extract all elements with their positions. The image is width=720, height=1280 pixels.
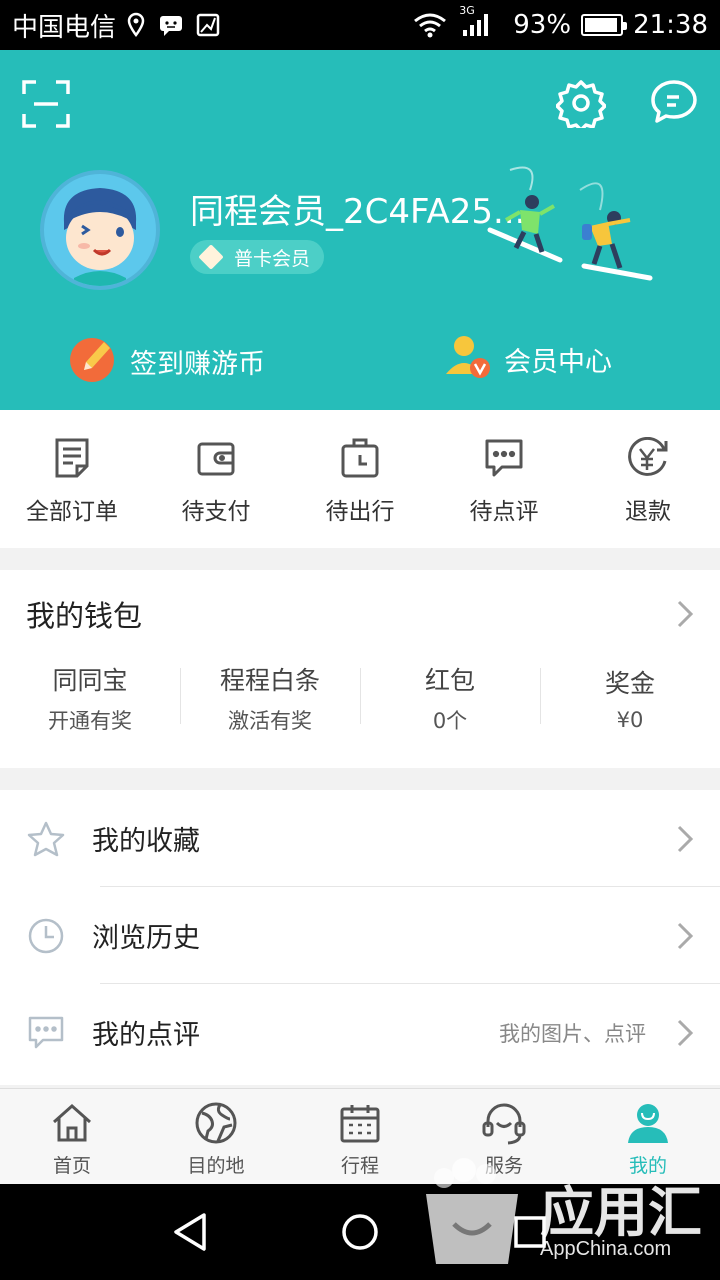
tab-home[interactable]: 首页 — [0, 1089, 144, 1184]
wallet-cell-sub: 开通有奖 — [48, 709, 132, 733]
checkin-button[interactable]: 签到赚游币 — [66, 332, 265, 391]
profile-icon — [626, 1101, 670, 1145]
chevron-right-icon — [676, 1018, 694, 1048]
member-v-icon — [444, 332, 492, 387]
tab-label: 行程 — [340, 1155, 379, 1177]
all-orders-button[interactable]: 全部订单 — [0, 410, 144, 548]
wallet-cell-sub: ¥0 — [616, 708, 644, 732]
list-item-label: 我的收藏 — [92, 826, 200, 857]
home-icon — [50, 1101, 94, 1145]
avatar[interactable] — [40, 170, 160, 290]
favorites-row[interactable]: 我的收藏 — [0, 790, 720, 887]
home-circle-icon[interactable] — [330, 1202, 390, 1262]
message-notification-icon — [158, 13, 184, 37]
system-navigation-bar — [0, 1184, 720, 1280]
my-reviews-row[interactable]: 我的点评 我的图片、点评 — [0, 984, 720, 1081]
pending-trip-button[interactable]: 待出行 — [288, 410, 432, 548]
pending-payment-button[interactable]: 待支付 — [144, 410, 288, 548]
member-level-label: 普卡会员 — [234, 247, 311, 270]
diamond-icon — [198, 244, 224, 270]
list-item-label: 浏览历史 — [92, 923, 200, 954]
message-icon[interactable] — [650, 78, 698, 126]
order-label: 待点评 — [469, 499, 539, 525]
star-icon — [26, 821, 66, 857]
headset-icon — [481, 1101, 527, 1145]
clock-icon — [26, 917, 66, 955]
chevron-right-icon — [676, 824, 694, 854]
order-label: 待出行 — [325, 499, 395, 525]
refund-icon — [626, 436, 670, 480]
wallet-cell-title: 红包 — [424, 666, 475, 695]
list-item-label: 我的点评 — [92, 1020, 200, 1051]
image-notification-icon — [196, 13, 220, 37]
wifi-icon — [413, 12, 447, 38]
wallet-red-packet[interactable]: 红包 0个 — [360, 658, 540, 738]
pencil-icon — [66, 332, 118, 391]
order-shortcuts: 全部订单 待支付 待出行 待点评 退款 — [0, 410, 720, 548]
status-bar: 中国电信 3G 93% 21:38 — [0, 0, 720, 50]
order-label: 退款 — [625, 499, 671, 525]
wallet-tongtongbao[interactable]: 同同宝 开通有奖 — [0, 658, 180, 738]
wallet-bonus[interactable]: 奖金 ¥0 — [540, 658, 720, 738]
wallet-title: 我的钱包 — [26, 599, 143, 633]
wallet-card: 我的钱包 同同宝 开通有奖 程程白条 激活有奖 红包 0个 奖金 ¥0 — [0, 570, 720, 768]
location-icon — [126, 12, 146, 38]
tab-label: 服务 — [484, 1155, 523, 1177]
checkin-label: 签到赚游币 — [130, 349, 265, 380]
snowboarders-illustration — [480, 160, 660, 294]
cell-signal-icon: 3G — [459, 4, 491, 38]
tab-destination[interactable]: 目的地 — [144, 1089, 288, 1184]
settings-gear-icon[interactable] — [556, 78, 606, 128]
wallet-credit[interactable]: 程程白条 激活有奖 — [180, 658, 360, 738]
scan-icon[interactable] — [22, 80, 70, 128]
order-list-icon — [53, 436, 91, 480]
order-label: 待支付 — [181, 499, 251, 525]
menu-list: 我的收藏 浏览历史 我的点评 我的图片、点评 — [0, 790, 720, 1085]
history-row[interactable]: 浏览历史 — [0, 887, 720, 984]
wallet-cell-title: 程程白条 — [219, 666, 320, 695]
wallet-cell-title: 奖金 — [604, 669, 655, 698]
clock-time: 21:38 — [633, 10, 708, 40]
comment-icon — [26, 1015, 66, 1051]
tab-label: 首页 — [52, 1155, 91, 1177]
username: 同程会员_2C4FA25... — [190, 192, 526, 232]
wallet-cell-sub: 0个 — [432, 709, 468, 733]
tab-label: 目的地 — [187, 1155, 245, 1177]
battery-percent: 93% — [513, 10, 572, 40]
member-center-label: 会员中心 — [504, 347, 612, 378]
tab-itinerary[interactable]: 行程 — [288, 1089, 432, 1184]
carrier-name: 中国电信 — [12, 12, 117, 43]
pending-review-button[interactable]: 待点评 — [432, 410, 576, 548]
refund-button[interactable]: 退款 — [576, 410, 720, 548]
back-triangle-icon[interactable] — [160, 1202, 220, 1262]
list-item-hint: 我的图片、点评 — [499, 1021, 646, 1046]
tab-profile[interactable]: 我的 — [576, 1089, 720, 1184]
wallet-icon — [196, 436, 236, 480]
wallet-cell-sub: 激活有奖 — [228, 709, 312, 733]
tab-service[interactable]: 服务 — [432, 1089, 576, 1184]
member-level-badge[interactable]: 普卡会员 — [190, 240, 325, 274]
globe-icon — [194, 1101, 238, 1145]
bottom-tab-bar: 首页 目的地 行程 服务 我的 — [0, 1088, 720, 1184]
battery-icon — [581, 14, 628, 36]
comment-icon — [484, 436, 524, 480]
network-type: 3G — [459, 4, 475, 17]
chevron-right-icon — [676, 599, 694, 629]
chevron-right-icon — [676, 921, 694, 951]
luggage-icon — [340, 436, 380, 480]
tab-label: 我的 — [628, 1155, 667, 1177]
order-label: 全部订单 — [26, 499, 118, 525]
profile-header: 同程会员_2C4FA25... 普卡会员 签到赚游币 会员中心 — [0, 50, 720, 410]
wallet-cell-title: 同同宝 — [52, 666, 128, 695]
wallet-header[interactable]: 我的钱包 — [0, 570, 720, 658]
calendar-icon — [339, 1101, 381, 1145]
member-center-button[interactable]: 会员中心 — [444, 332, 612, 387]
recent-apps-square-icon[interactable] — [500, 1202, 560, 1262]
